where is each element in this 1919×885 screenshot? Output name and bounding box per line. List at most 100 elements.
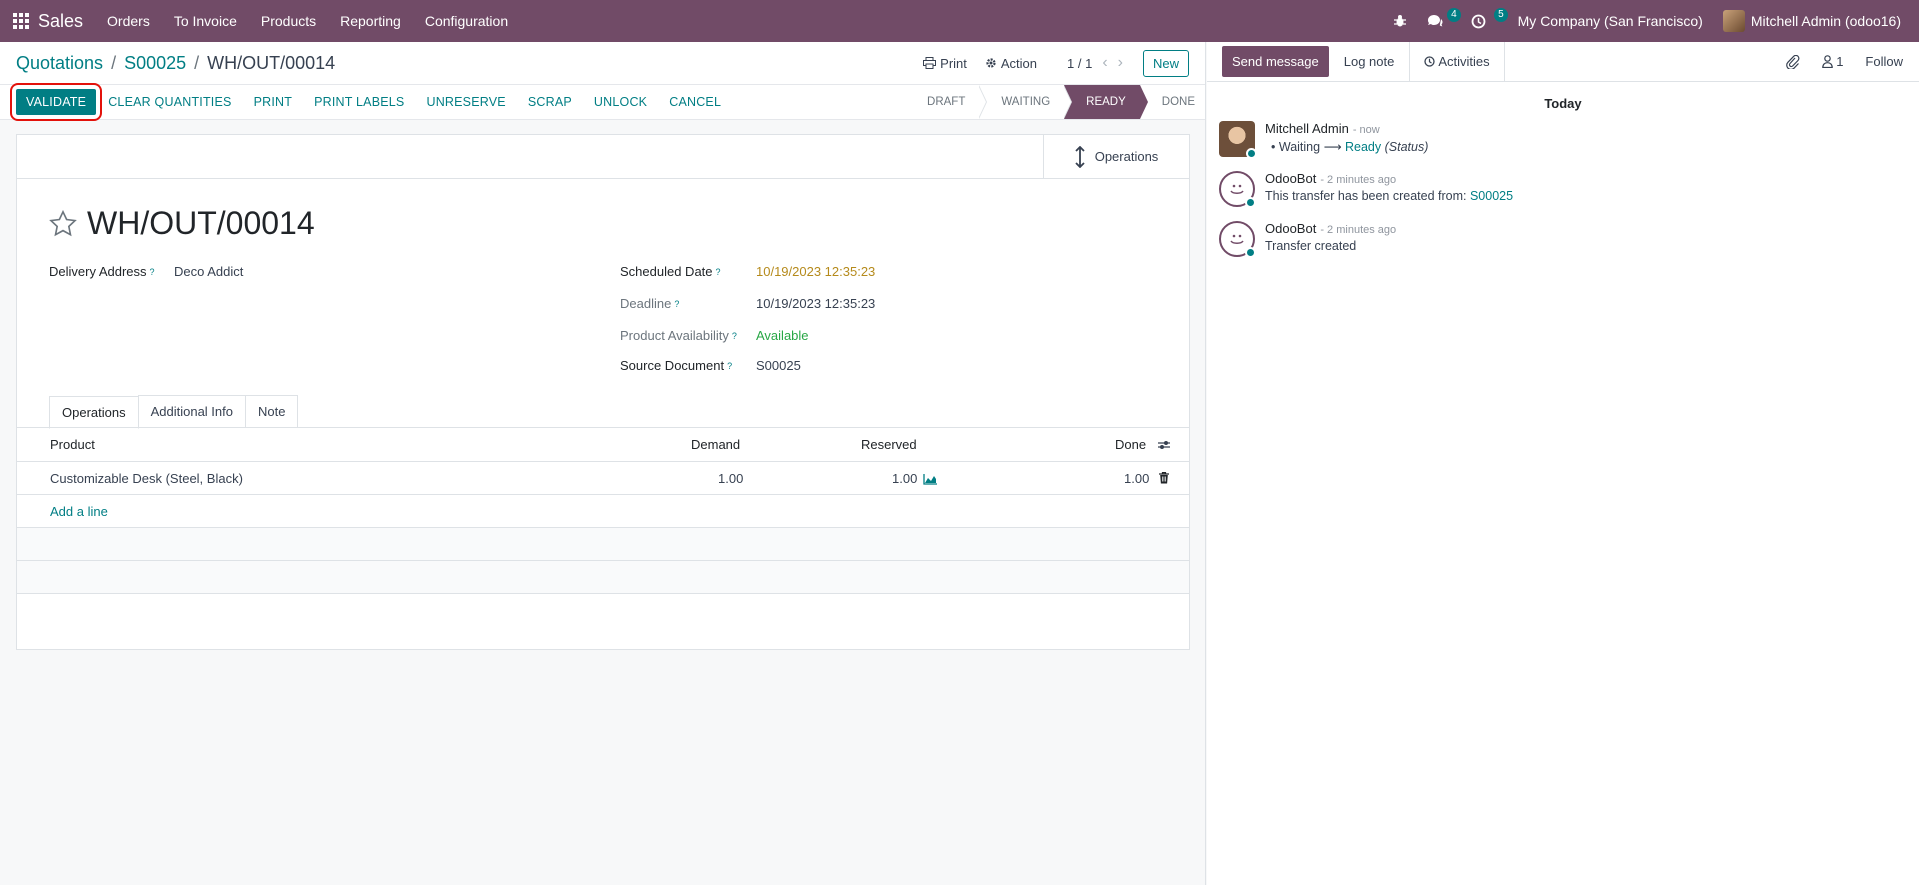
date-separator: Today [1544,96,1582,111]
odoobot-avatar[interactable] [1219,171,1256,208]
breadcrumb-quotations[interactable]: Quotations [16,53,103,74]
chatter-panel: Send message Log note Activities 1 Follo… [1207,41,1919,885]
company-switcher[interactable]: My Company (San Francisco) [1508,0,1713,42]
message-body: This transfer has been created from: S00… [1265,189,1514,203]
pager: 1 / 1 ‹ › [1067,54,1123,72]
add-line-link[interactable]: Add a line [50,504,108,519]
delivery-address-value[interactable]: Deco Addict [174,264,243,279]
menu-to-invoice[interactable]: To Invoice [162,0,249,42]
statusbar: VALIDATE CLEAR QUANTITIES PRINT PRINT LA… [0,83,1205,121]
stage-ready[interactable]: READY [1064,85,1148,119]
header-done[interactable]: Done [1115,437,1146,452]
control-panel: Quotations / S00025 / WH/OUT/00014 Print… [0,42,1205,84]
menu-configuration[interactable]: Configuration [413,0,520,42]
pager-previous-icon[interactable]: ‹ [1102,54,1107,72]
scheduled-date-field: Scheduled Date? 10/19/2023 12:35:23 [620,264,876,279]
user-avatar [1722,10,1745,32]
app-brand[interactable]: Sales [38,11,95,32]
smiley-icon [1230,234,1244,244]
paperclip-icon[interactable] [1786,54,1800,69]
header-product[interactable]: Product [50,437,95,452]
chatter-message: Mitchell Admin - now • Waiting ⟶ Ready (S… [1207,115,1919,163]
help-tooltip-icon[interactable]: ? [716,267,721,277]
printer-icon [923,57,937,69]
help-tooltip-icon[interactable]: ? [150,267,155,277]
product-availability-field: Product Availability? Available [620,328,809,343]
vertical-arrows-icon [1075,145,1085,168]
chatter-message: OdooBot - 2 minutes ago Transfer created [1207,215,1919,263]
deadline-field: Deadline? 10/19/2023 12:35:23 [620,296,876,311]
breadcrumb-order[interactable]: S00025 [124,53,186,74]
tab-note[interactable]: Note [245,395,299,428]
user-menu[interactable]: Mitchell Admin (odoo16) [1713,0,1911,42]
message-author[interactable]: OdooBot [1265,221,1316,236]
activities-menu[interactable]: 5 [1461,0,1508,42]
print-button[interactable]: PRINT [254,95,293,109]
header-reserved[interactable]: Reserved [861,437,917,452]
stage-done[interactable]: DONE [1139,85,1205,119]
form-view: Quotations / S00025 / WH/OUT/00014 Print… [0,42,1206,885]
action-menu-button[interactable]: Action [985,56,1037,71]
availability-value: Available [756,328,809,343]
delivery-address-field: Delivery Address? Deco Addict [49,264,244,279]
pager-value[interactable]: 1 / 1 [1067,56,1092,71]
cell-reserved: 1.00 [892,470,918,486]
bug-icon[interactable] [1383,0,1417,42]
menu-orders[interactable]: Orders [95,0,162,42]
help-tooltip-icon[interactable]: ? [732,331,737,341]
message-body: Transfer created [1265,239,1357,253]
trash-icon[interactable] [1159,472,1169,487]
chatter-topbar: Send message Log note Activities 1 Follo… [1207,41,1919,82]
stage-draft[interactable]: DRAFT [905,85,988,119]
optional-columns-icon[interactable] [1157,439,1171,454]
forecast-chart-icon[interactable] [923,473,937,488]
user-icon [1822,55,1833,68]
unreserve-button[interactable]: UNRESERVE [426,95,505,109]
smart-button-box: Operations [17,135,1189,179]
odoobot-avatar[interactable] [1219,221,1256,258]
follow-button[interactable]: Follow [1865,54,1903,69]
print-menu-button[interactable]: Print [923,56,967,71]
source-document-value[interactable]: S00025 [756,358,801,373]
deadline-value[interactable]: 10/19/2023 12:35:23 [756,296,875,311]
header-demand[interactable]: Demand [691,437,740,452]
cell-product: Customizable Desk (Steel, Black) [50,470,243,486]
star-icon[interactable] [49,210,77,237]
activities-button[interactable]: Activities [1409,41,1505,82]
smiley-icon [1230,184,1244,194]
pager-next-icon[interactable]: › [1118,54,1123,72]
validate-button[interactable]: VALIDATE [9,83,103,121]
tab-operations[interactable]: Operations [49,396,139,429]
message-author[interactable]: OdooBot [1265,171,1316,186]
message-link[interactable]: S00025 [1470,189,1513,203]
table-row[interactable]: Customizable Desk (Steel, Black) 1.00 1.… [17,462,1189,495]
apps-menu-icon[interactable] [0,0,42,42]
table-header: Product Demand Reserved Done [17,428,1189,462]
send-message-button[interactable]: Send message [1222,46,1329,77]
empty-row [17,561,1189,594]
cancel-button[interactable]: CANCEL [669,95,721,109]
stage-waiting[interactable]: WAITING [979,85,1073,119]
print-labels-button[interactable]: PRINT LABELS [314,95,404,109]
message-time: - 2 minutes ago [1320,224,1397,236]
followers-button[interactable]: 1 [1822,54,1843,69]
empty-row [17,528,1189,561]
menu-products[interactable]: Products [249,0,328,42]
help-tooltip-icon[interactable]: ? [727,361,732,371]
log-note-button[interactable]: Log note [1334,46,1405,77]
tab-additional-info[interactable]: Additional Info [137,395,246,428]
avatar[interactable] [1219,121,1257,159]
message-author[interactable]: Mitchell Admin [1265,121,1349,136]
operations-smart-button[interactable]: Operations [1043,135,1189,178]
unlock-button[interactable]: UNLOCK [594,95,647,109]
messages-badge: 4 [1447,8,1461,22]
scheduled-date-value[interactable]: 10/19/2023 12:35:23 [756,264,875,279]
menu-reporting[interactable]: Reporting [328,0,413,42]
operations-table: Product Demand Reserved Done Customizabl… [17,427,1189,594]
scrap-button[interactable]: SCRAP [528,95,572,109]
clear-quantities-button[interactable]: CLEAR QUANTITIES [108,95,231,109]
help-tooltip-icon[interactable]: ? [674,299,679,309]
messages-menu[interactable]: 4 [1417,0,1461,42]
clock-icon [1424,56,1435,67]
new-button[interactable]: New [1142,49,1189,77]
